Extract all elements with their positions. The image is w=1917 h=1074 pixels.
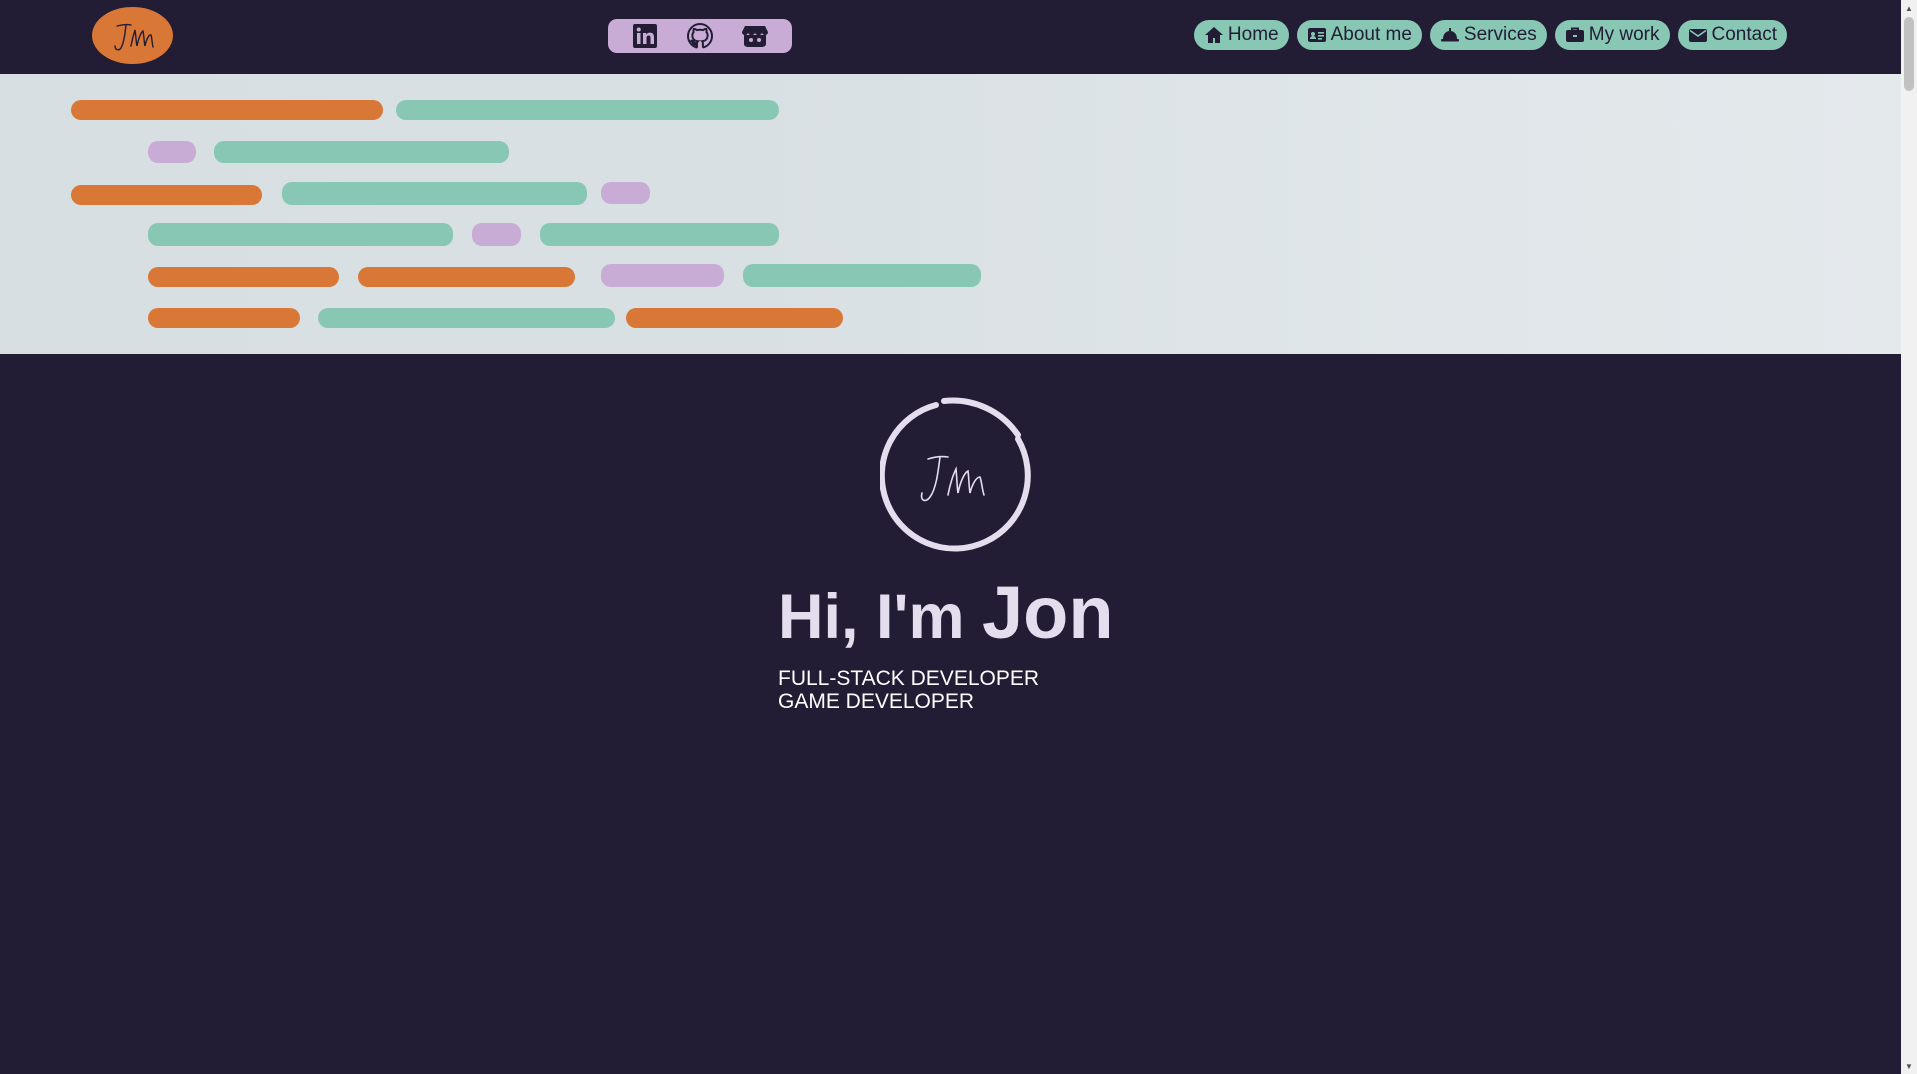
code-line-bar xyxy=(318,308,615,328)
code-line-bar xyxy=(601,182,650,204)
nav-about[interactable]: About me xyxy=(1296,20,1422,50)
nav-label: My work xyxy=(1588,24,1660,45)
code-banner xyxy=(0,74,1901,354)
briefcase-icon xyxy=(1565,26,1585,44)
hero-heading: Hi, I'm Jon xyxy=(778,570,1114,655)
nav-label: Home xyxy=(1227,24,1279,45)
hero-logo-ring xyxy=(880,397,1031,552)
site-logo[interactable] xyxy=(92,7,173,64)
code-line-bar xyxy=(743,264,981,287)
linkedin-icon[interactable] xyxy=(630,21,660,51)
scrollbar-thumb[interactable] xyxy=(1904,17,1914,91)
role-item: FULL-STACK DEVELOPER xyxy=(778,667,1040,690)
scroll-up-arrow-icon[interactable]: ▲ xyxy=(1901,0,1917,16)
nav-label: About me xyxy=(1330,24,1412,45)
home-icon xyxy=(1204,26,1224,44)
nav-label: Services xyxy=(1463,24,1537,45)
hero-name: Jon xyxy=(982,571,1114,654)
code-line-bar xyxy=(472,223,521,246)
jm-signature-icon xyxy=(113,23,154,50)
itchio-icon[interactable] xyxy=(740,21,770,51)
id-card-icon xyxy=(1307,26,1327,44)
main-nav: Home About me Services My work Contact xyxy=(1193,20,1787,50)
envelope-icon xyxy=(1688,26,1708,44)
code-line-bar xyxy=(71,185,262,205)
bell-icon xyxy=(1440,26,1460,44)
hero-roles: FULL-STACK DEVELOPER GAME DEVELOPER xyxy=(778,667,1039,713)
code-line-bar xyxy=(148,223,453,246)
nav-contact[interactable]: Contact xyxy=(1677,20,1787,50)
nav-my-work[interactable]: My work xyxy=(1554,20,1670,50)
social-links xyxy=(608,19,792,53)
code-line-bar xyxy=(282,182,587,205)
code-line-bar xyxy=(396,100,779,120)
code-line-bar xyxy=(148,267,339,287)
code-line-bar xyxy=(214,141,509,163)
code-line-bar xyxy=(71,100,383,120)
code-line-bar xyxy=(601,264,724,287)
role-item: GAME DEVELOPER xyxy=(778,690,975,713)
code-line-bar xyxy=(626,308,843,328)
hero-greeting: Hi, I'm xyxy=(778,582,965,652)
code-line-bar xyxy=(358,267,575,287)
code-line-bar xyxy=(148,141,196,163)
code-line-bar xyxy=(148,308,300,328)
vertical-scrollbar[interactable]: ▲ ▼ xyxy=(1901,0,1917,1074)
github-icon[interactable] xyxy=(685,21,715,51)
nav-label: Contact xyxy=(1711,24,1777,45)
nav-home[interactable]: Home xyxy=(1193,20,1289,50)
nav-services[interactable]: Services xyxy=(1429,20,1547,50)
site-header: Home About me Services My work Contact xyxy=(0,0,1901,74)
scroll-down-arrow-icon[interactable]: ▼ xyxy=(1901,1058,1917,1074)
code-line-bar xyxy=(540,223,779,246)
